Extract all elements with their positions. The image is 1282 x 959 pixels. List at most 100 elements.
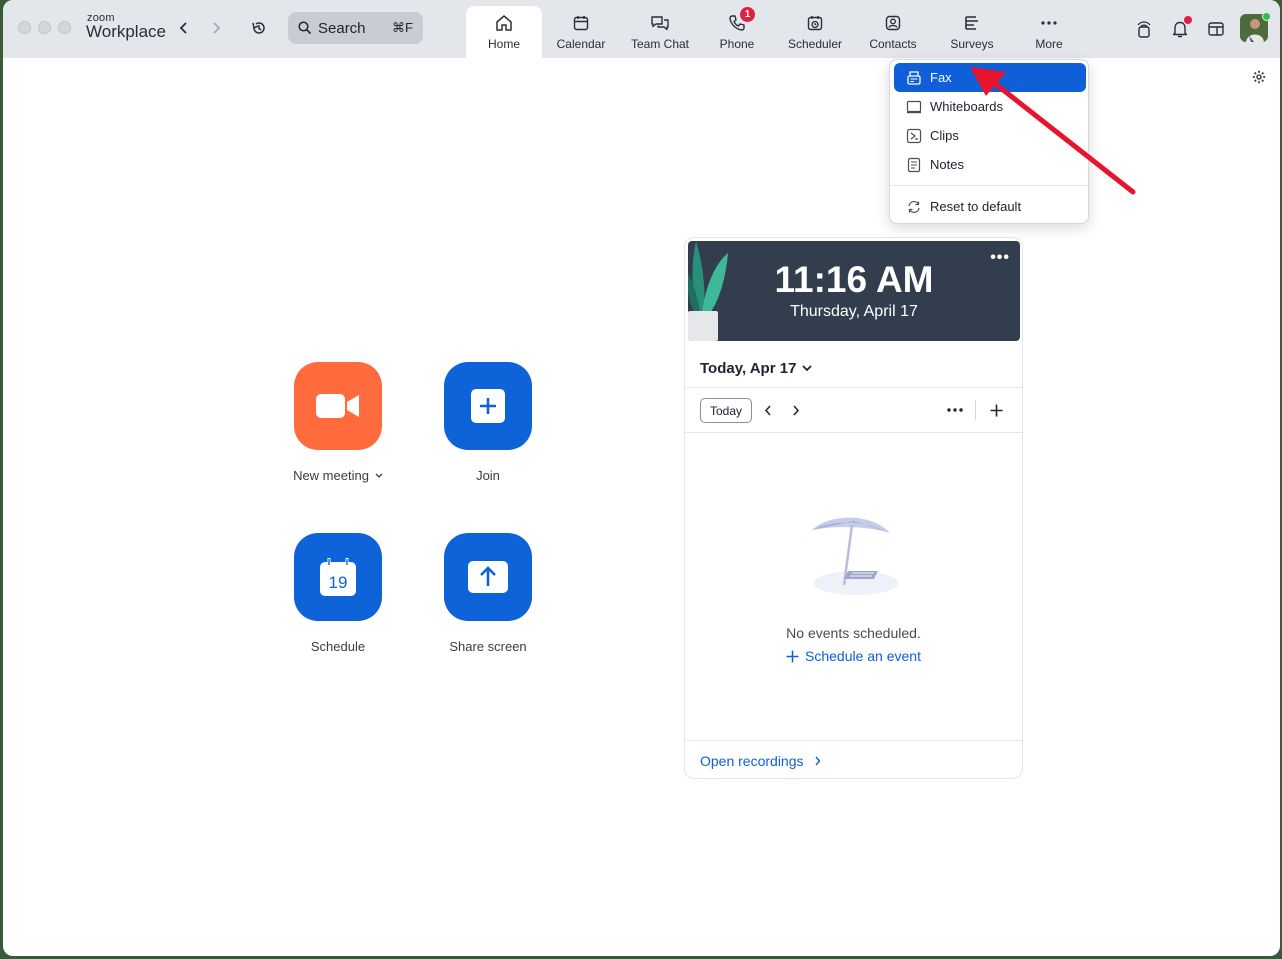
previous-day-button[interactable]: [758, 400, 778, 420]
contacts-icon: [885, 15, 901, 31]
new-meeting-button[interactable]: [294, 362, 382, 450]
tab-more[interactable]: More: [1018, 6, 1080, 58]
divider: [685, 432, 1022, 433]
tab-scheduler[interactable]: Scheduler: [776, 6, 854, 58]
search-shortcut: ⌘F: [392, 20, 413, 35]
tab-phone[interactable]: Phone 1: [704, 6, 770, 58]
next-day-button[interactable]: [786, 400, 806, 420]
upload-arrow-icon: [468, 561, 508, 593]
schedule-button[interactable]: 19: [294, 533, 382, 621]
brand-logo-title: Workplace: [86, 22, 166, 41]
refresh-icon: [908, 200, 920, 213]
clock-banner: 11:16 AM Thursday, April 17 •••: [688, 241, 1020, 341]
day-picker[interactable]: Today, Apr 17: [700, 360, 813, 377]
surveys-icon: [965, 16, 978, 30]
calendar-options-button[interactable]: [945, 400, 965, 420]
whiteboard-icon: [906, 100, 922, 113]
share-screen-button[interactable]: [444, 533, 532, 621]
tab-contacts[interactable]: Contacts: [860, 6, 926, 58]
more-menu: Fax Whiteboards Clips Notes Reset to def…: [889, 59, 1089, 224]
chevron-right-icon: [793, 405, 800, 415]
search-label: Search: [318, 19, 366, 37]
more-icon: [1041, 21, 1057, 25]
home-icon: [496, 15, 512, 31]
phone-badge: 1: [740, 7, 755, 22]
video-camera-icon: [316, 394, 359, 418]
history-icon: [252, 22, 265, 34]
scheduler-icon: [807, 16, 823, 31]
chevron-right-icon: [814, 756, 820, 766]
chat-icon: [651, 16, 669, 31]
calendar-icon: 19: [320, 558, 356, 596]
search-box[interactable]: Search ⌘F: [288, 12, 423, 44]
menu-item-notes[interactable]: Notes: [894, 150, 1086, 179]
search-icon: [298, 21, 312, 35]
open-recordings-label: Open recordings: [700, 753, 804, 769]
settings-button[interactable]: [1252, 70, 1266, 89]
signal-icon: [1137, 21, 1151, 38]
new-meeting-action: New meeting: [258, 362, 418, 483]
clips-icon: [906, 128, 922, 143]
more-icon: [947, 408, 963, 412]
tab-label: Surveys: [950, 37, 994, 51]
gear-icon: [1252, 70, 1266, 84]
menu-item-whiteboards[interactable]: Whiteboards: [894, 92, 1086, 121]
no-events-message: No events scheduled.: [786, 625, 921, 641]
menu-item-clips[interactable]: Clips: [894, 121, 1086, 150]
new-meeting-text: New meeting: [293, 468, 369, 483]
chevron-down-icon: [802, 365, 813, 372]
back-button[interactable]: [174, 18, 194, 38]
clock-time: 11:16 AM: [774, 259, 934, 300]
chevron-right-icon: [213, 22, 221, 34]
menu-item-label: Clips: [930, 128, 959, 143]
chevron-left-icon: [179, 22, 187, 34]
tab-label: More: [1035, 37, 1063, 51]
menu-item-label: Notes: [930, 157, 964, 172]
forward-button[interactable]: [206, 18, 226, 38]
schedule-label: Schedule: [310, 639, 366, 654]
tab-label: Calendar: [556, 37, 606, 51]
notifications-button[interactable]: [1168, 16, 1192, 41]
menu-item-label: Fax: [930, 70, 952, 85]
maximize-window-button[interactable]: [58, 21, 71, 34]
share-screen-action: Share screen: [408, 533, 568, 654]
chevron-left-icon: [764, 405, 771, 415]
plus-icon: [990, 404, 1002, 416]
menu-item-reset[interactable]: Reset to default: [894, 192, 1086, 221]
notes-icon: [907, 157, 921, 172]
minimize-window-button[interactable]: [38, 21, 51, 34]
clock-more-button[interactable]: •••: [990, 249, 1010, 267]
tab-label: Team Chat: [630, 37, 690, 51]
zoom-phone-status-button[interactable]: [1132, 17, 1156, 41]
menu-item-label: Whiteboards: [930, 99, 1003, 114]
top-toolbar: zoom Workplace Search ⌘F Home Calendar T…: [3, 0, 1280, 58]
calendar-panel-icon: [1208, 22, 1224, 36]
chevron-down-icon: [375, 473, 383, 478]
join-label: Join: [476, 468, 500, 483]
beach-umbrella-illustration: [812, 517, 898, 595]
tab-surveys[interactable]: Surveys: [940, 6, 1004, 58]
tab-team-chat[interactable]: Team Chat: [622, 6, 698, 58]
new-meeting-label[interactable]: New meeting: [293, 468, 383, 483]
close-window-button[interactable]: [18, 21, 31, 34]
workspace-button[interactable]: [1204, 17, 1228, 41]
tab-calendar[interactable]: Calendar: [546, 6, 616, 58]
schedule-action: 19 Schedule: [258, 533, 418, 654]
menu-item-label: Reset to default: [930, 199, 1022, 214]
open-recordings-link[interactable]: Open recordings: [700, 753, 821, 769]
fax-icon: [907, 70, 921, 85]
join-button[interactable]: [444, 362, 532, 450]
presence-dot: [1262, 12, 1271, 21]
tab-home[interactable]: Home: [466, 6, 542, 58]
add-event-button[interactable]: [986, 400, 1006, 420]
divider: [685, 740, 1022, 741]
menu-item-fax[interactable]: Fax: [894, 63, 1086, 92]
today-button[interactable]: Today: [700, 398, 752, 423]
schedule-event-label: Schedule an event: [805, 648, 921, 664]
plus-icon: [786, 650, 799, 662]
schedule-event-link[interactable]: Schedule an event: [685, 648, 1022, 664]
tab-label: Home: [487, 37, 520, 51]
join-action: Join: [408, 362, 568, 483]
plus-icon: [471, 389, 505, 423]
history-button[interactable]: [249, 18, 269, 38]
